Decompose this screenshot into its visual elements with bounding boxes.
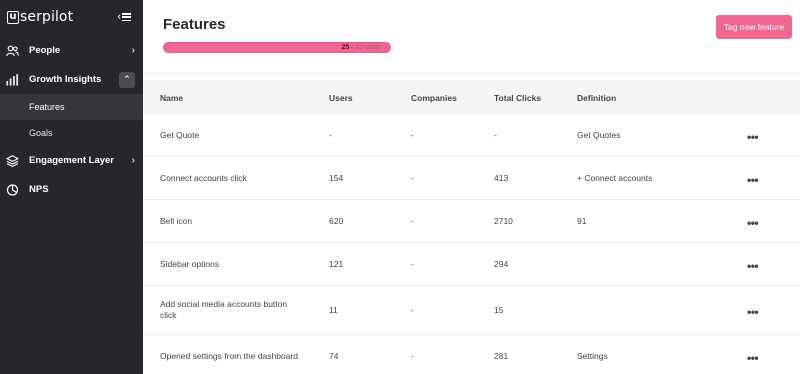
usage-total-text: / 25 used: [349, 44, 380, 51]
logo-text: serpilot: [20, 9, 74, 25]
more-options-icon[interactable]: •••: [747, 157, 759, 199]
cell-definition: Get Quotes: [577, 130, 621, 140]
main-content: Features 25 / 25 used Tag new feature Na…: [143, 0, 800, 374]
logo: u serpilot: [7, 9, 73, 25]
table-row[interactable]: Add social media accounts button click 1…: [143, 286, 800, 335]
cell-total-clicks: 2710: [494, 215, 513, 226]
sidebar-item-label: People: [29, 45, 61, 56]
cell-name: Get Quote: [160, 130, 200, 140]
table-row[interactable]: Opened settings from the dashboard 74 - …: [143, 335, 800, 374]
sidebar-item-nps[interactable]: NPS: [0, 175, 143, 204]
cell-definition: 91: [577, 215, 587, 226]
more-options-icon[interactable]: •••: [747, 286, 759, 334]
page-title: Features: [163, 16, 226, 33]
more-options-icon[interactable]: •••: [747, 243, 759, 285]
cell-users: 121: [329, 258, 344, 269]
cell-name: Sidebar options: [160, 258, 220, 269]
sidebar-item-people[interactable]: People ›: [0, 36, 143, 65]
table-row[interactable]: Connect accounts click 154 - 413 + Conne…: [143, 157, 800, 200]
cell-companies: -: [411, 351, 414, 361]
sidebar-subitem-goals[interactable]: Goals: [0, 120, 143, 146]
header-divider: [143, 73, 800, 74]
more-options-icon[interactable]: •••: [747, 200, 759, 242]
table-row[interactable]: Sidebar options 121 - 294 •••: [143, 243, 800, 286]
pie-chart-icon: [6, 183, 19, 196]
cell-total-clicks: -: [494, 130, 497, 140]
cell-definition: + Connect accounts: [577, 172, 653, 183]
people-icon: [6, 44, 19, 57]
cell-total-clicks: 15: [494, 304, 504, 315]
cell-users: 11: [329, 304, 338, 315]
table-row[interactable]: Bell icon 620 - 2710 91 •••: [143, 200, 800, 243]
cell-companies: -: [411, 215, 414, 226]
table-row[interactable]: Get Quote - - - Get Quotes •••: [143, 115, 800, 157]
column-header-definition[interactable]: Definition: [577, 80, 616, 115]
sidebar-item-label: Engagement Layer: [29, 155, 114, 166]
cell-users: 74: [329, 351, 339, 361]
chevron-left-icon: ‹: [117, 11, 121, 23]
more-options-icon[interactable]: •••: [747, 335, 759, 374]
sidebar-item-growth-insights[interactable]: Growth Insights ⌃: [0, 65, 143, 94]
cell-definition: Settings: [577, 351, 608, 361]
chevron-right-icon: ›: [131, 155, 135, 166]
more-options-icon[interactable]: •••: [747, 115, 759, 156]
cell-users: -: [329, 130, 332, 140]
usage-progress-text: 25 / 25 used: [341, 43, 380, 52]
chevron-right-icon: ›: [131, 45, 135, 56]
cell-total-clicks: 281: [494, 351, 509, 361]
cell-total-clicks: 294: [494, 258, 509, 269]
tag-new-feature-button[interactable]: Tag new feature: [716, 15, 792, 39]
sidebar-subitem-label: Goals: [29, 128, 53, 138]
sidebar-item-label: Growth Insights: [29, 74, 102, 85]
column-header-users[interactable]: Users: [329, 80, 353, 115]
cell-name: Add social media accounts button click: [160, 299, 288, 320]
cell-total-clicks: 413: [494, 172, 509, 183]
brand-bar: u serpilot ‹: [0, 0, 143, 34]
sidebar-subitem-label: Features: [29, 102, 65, 112]
layers-icon: [6, 154, 19, 167]
logo-mark: u: [7, 10, 19, 24]
cell-users: 154: [329, 172, 344, 183]
sidebar-item-label: NPS: [29, 184, 49, 195]
column-header-total-clicks[interactable]: Total Clicks: [494, 80, 541, 115]
cell-companies: -: [411, 258, 414, 269]
cell-name: Bell icon: [160, 215, 193, 226]
collapse-sidebar-button[interactable]: ‹: [117, 11, 131, 23]
usage-progress-bar: 25 / 25 used: [163, 42, 391, 53]
cell-users: 620: [329, 215, 344, 226]
bar-chart-icon: [6, 73, 19, 86]
cell-companies: -: [411, 172, 414, 183]
sidebar: u serpilot ‹ People › Growth Insights ⌃ …: [0, 0, 143, 374]
menu-icon: [122, 13, 131, 21]
column-header-companies[interactable]: Companies: [411, 80, 457, 115]
cell-companies: -: [411, 304, 414, 315]
cell-name: Opened settings from the dashboard: [160, 351, 298, 361]
cell-companies: -: [411, 130, 414, 140]
chevron-up-icon[interactable]: ⌃: [119, 71, 135, 88]
sidebar-item-engagement-layer[interactable]: Engagement Layer ›: [0, 146, 143, 175]
table-header: Name Users Companies Total Clicks Defini…: [143, 80, 800, 115]
cell-name: Connect accounts click: [160, 172, 247, 183]
column-header-name[interactable]: Name: [160, 80, 183, 115]
sidebar-subitem-features[interactable]: Features: [0, 94, 143, 120]
